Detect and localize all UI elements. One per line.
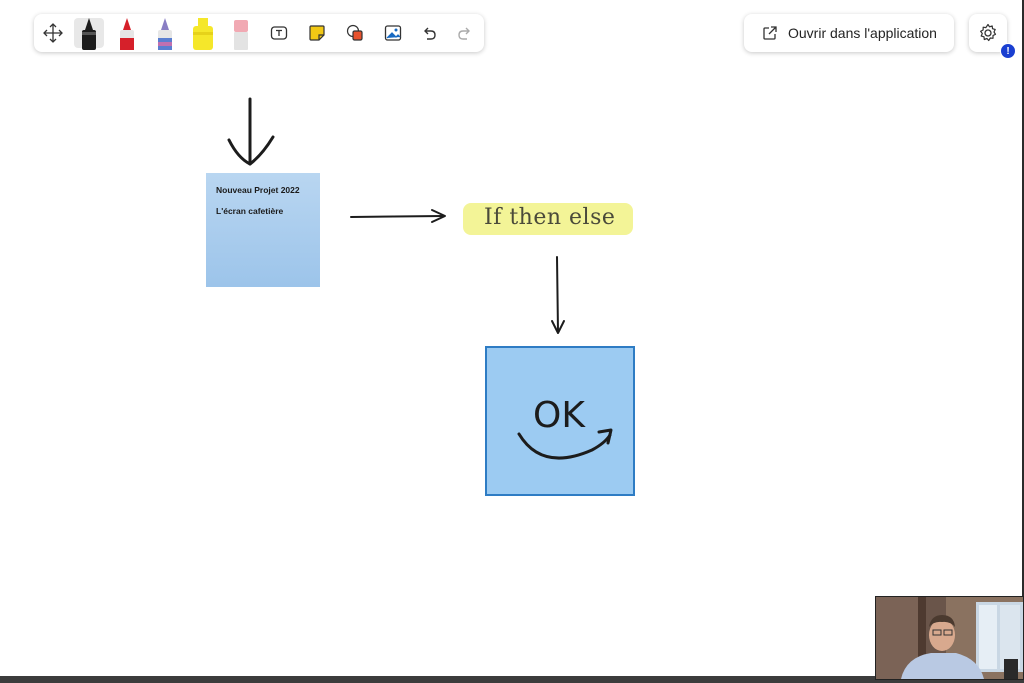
webcam-person-image bbox=[876, 597, 1023, 679]
ink-drawings-layer bbox=[227, 97, 565, 334]
window-bottom-edge bbox=[0, 676, 1024, 683]
right-arrow bbox=[350, 209, 446, 223]
participant-video[interactable] bbox=[875, 596, 1024, 680]
down-arrow-top bbox=[227, 97, 275, 166]
down-arrow-middle bbox=[551, 256, 565, 334]
